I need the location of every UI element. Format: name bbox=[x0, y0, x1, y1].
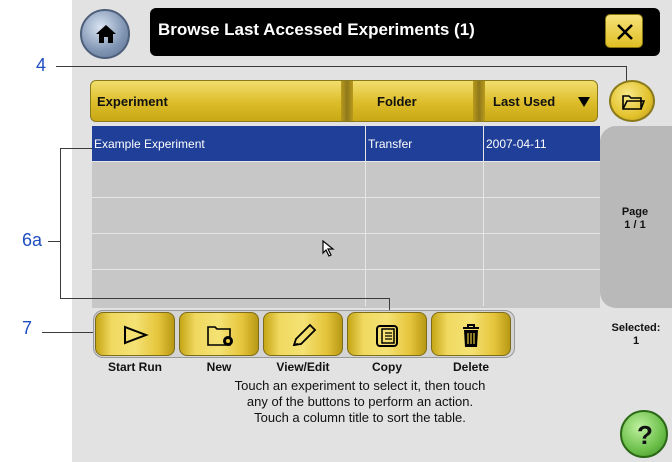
help-text: Touch an experiment to select it, then t… bbox=[180, 378, 540, 426]
table-row[interactable]: Example Experiment Transfer 2007-04-11 bbox=[92, 126, 600, 162]
callout-6a: 6a bbox=[22, 230, 43, 250]
home-button[interactable] bbox=[80, 9, 130, 59]
help-line: Touch an experiment to select it, then t… bbox=[234, 378, 486, 393]
experiment-table: Example Experiment Transfer 2007-04-11 bbox=[92, 126, 600, 308]
selected-value: 1 bbox=[632, 335, 640, 347]
cell-experiment: Example Experiment bbox=[92, 126, 366, 162]
trash-icon bbox=[463, 324, 479, 347]
selected-label: Selected: bbox=[611, 322, 661, 334]
question-mark-icon: ? bbox=[637, 420, 653, 450]
column-header-folder[interactable]: Folder bbox=[371, 81, 471, 121]
copy-label: Copy bbox=[372, 360, 402, 374]
start-run-button[interactable] bbox=[95, 312, 175, 356]
help-line: any of the buttons to perform an action. bbox=[246, 394, 474, 409]
cell-folder: Transfer bbox=[366, 126, 484, 162]
new-folder-gear-icon bbox=[207, 326, 233, 346]
cell-experiment bbox=[92, 270, 366, 306]
mouse-cursor-icon bbox=[322, 240, 335, 257]
column-header-last-used[interactable]: Last Used bbox=[487, 81, 587, 121]
pencil-icon bbox=[292, 323, 317, 347]
cell-last-used bbox=[484, 270, 600, 306]
callout-6a-bracket-bottom bbox=[60, 298, 390, 299]
cell-last-used bbox=[484, 234, 600, 270]
table-row[interactable] bbox=[92, 162, 600, 198]
callout-7: 7 bbox=[22, 318, 33, 338]
table-header: Experiment Folder Last Used bbox=[90, 80, 598, 122]
cell-last-used: 2007-04-11 bbox=[486, 137, 547, 151]
callout-6a-bracket bbox=[60, 148, 61, 298]
page-value: 1 / 1 bbox=[624, 219, 646, 231]
cell-last-used bbox=[484, 162, 600, 198]
view-edit-label: View/Edit bbox=[276, 360, 330, 374]
open-folder-button[interactable] bbox=[609, 80, 655, 122]
open-folder-icon bbox=[622, 95, 645, 110]
column-header-experiment[interactable]: Experiment bbox=[91, 81, 353, 121]
delete-button[interactable] bbox=[431, 312, 511, 356]
column-separator bbox=[473, 81, 485, 121]
home-icon bbox=[96, 25, 116, 43]
help-line: Touch a column title to sort the table. bbox=[254, 410, 466, 425]
view-edit-button[interactable] bbox=[263, 312, 343, 356]
selected-count: Selected: 1 bbox=[606, 322, 666, 348]
close-icon bbox=[617, 24, 633, 40]
page-label: Page bbox=[621, 206, 649, 218]
new-label: New bbox=[206, 360, 232, 374]
start-run-label: Start Run bbox=[108, 360, 162, 374]
table-row[interactable] bbox=[92, 198, 600, 234]
delete-label: Delete bbox=[452, 360, 490, 374]
callout-4-line bbox=[56, 66, 626, 67]
table-row[interactable] bbox=[92, 234, 600, 270]
cell-last-used bbox=[484, 198, 600, 234]
cell-experiment bbox=[92, 198, 366, 234]
column-separator bbox=[341, 81, 353, 121]
play-outline-icon bbox=[124, 325, 149, 345]
copy-icon bbox=[376, 325, 398, 347]
copy-button[interactable] bbox=[347, 312, 427, 356]
cell-folder bbox=[366, 162, 484, 198]
page-title: Browse Last Accessed Experiments (1) bbox=[158, 20, 475, 39]
cell-folder bbox=[366, 234, 484, 270]
close-button[interactable] bbox=[605, 14, 643, 48]
cell-folder bbox=[366, 198, 484, 234]
cell-experiment bbox=[92, 162, 366, 198]
callout-6a-bracket-top bbox=[60, 148, 92, 149]
table-row[interactable] bbox=[92, 270, 600, 306]
cell-folder bbox=[366, 270, 484, 306]
screen: Browse Last Accessed Experiments (1) 4 E… bbox=[0, 0, 672, 462]
help-button[interactable]: ? bbox=[620, 410, 668, 458]
sort-down-arrow-icon bbox=[578, 97, 590, 107]
callout-4: 4 bbox=[36, 55, 47, 75]
callout-6a-line bbox=[48, 241, 60, 242]
callout-7-line bbox=[42, 332, 93, 333]
new-button[interactable] bbox=[179, 312, 259, 356]
page-indicator: Page 1 / 1 bbox=[612, 206, 658, 232]
